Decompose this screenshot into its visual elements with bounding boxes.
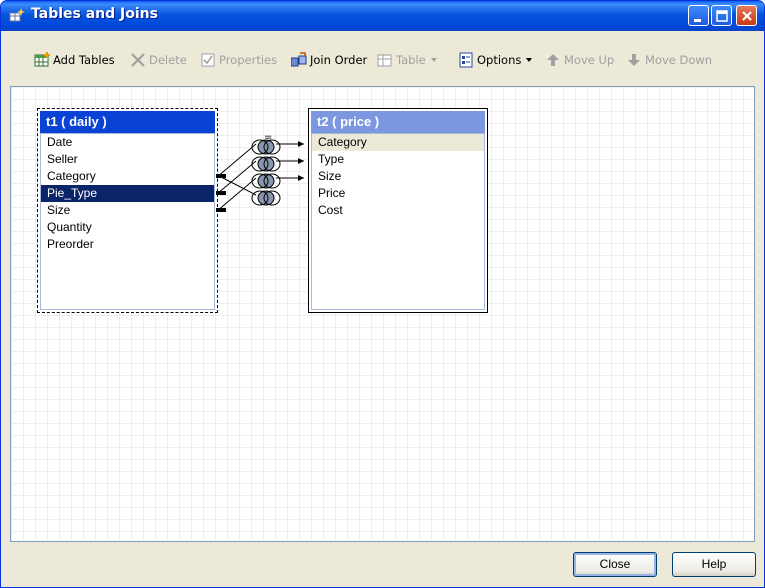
table-dropdown-button[interactable]: Table: [377, 48, 437, 72]
table-t2[interactable]: t2 ( price ) Category Type Size Price Cost: [308, 108, 488, 313]
add-table-icon: [34, 52, 50, 67]
move-down-button[interactable]: Move Down: [626, 48, 712, 72]
close-icon: [742, 11, 752, 21]
table-t1-column[interactable]: Quantity: [41, 219, 214, 236]
toolbar: Add Tables Delete Properties Join Order …: [1, 48, 764, 72]
delete-icon: [131, 53, 145, 67]
table-t2-column[interactable]: Size: [312, 168, 484, 185]
app-icon: [9, 8, 25, 22]
table-label: Table: [396, 53, 426, 67]
properties-label: Properties: [219, 53, 278, 67]
minimize-button[interactable]: [688, 5, 709, 26]
chevron-down-icon: [526, 58, 533, 62]
tables-and-joins-window: Tables and Joins Add Tables Delete Prope…: [0, 0, 765, 588]
table-t1-header[interactable]: t1 ( daily ): [40, 111, 215, 133]
properties-icon: [201, 53, 215, 67]
table-t1-column[interactable]: Category: [41, 168, 214, 185]
table-t2-column[interactable]: Cost: [312, 202, 484, 219]
maximize-button[interactable]: [711, 5, 732, 26]
table-t1-column[interactable]: Date: [41, 134, 214, 151]
minimize-icon: [694, 19, 701, 22]
close-button[interactable]: Close: [573, 552, 657, 577]
help-button[interactable]: Help: [672, 552, 756, 577]
table-t1-column[interactable]: Preorder: [41, 236, 214, 253]
table-t2-column[interactable]: Price: [312, 185, 484, 202]
move-up-button[interactable]: Move Up: [545, 48, 614, 72]
close-window-button[interactable]: [736, 5, 757, 26]
title-bar[interactable]: Tables and Joins: [1, 1, 764, 31]
table-t2-column[interactable]: Type: [312, 151, 484, 168]
maximize-icon: [716, 10, 728, 22]
table-t1[interactable]: t1 ( daily ) Date Seller Category Pie_Type S…: [37, 108, 218, 313]
table-t1-column[interactable]: Seller: [41, 151, 214, 168]
options-dropdown-button[interactable]: Options: [458, 48, 533, 72]
add-tables-label: Add Tables: [53, 53, 115, 67]
table-t1-column[interactable]: Size: [41, 202, 214, 219]
join-type-icon: [251, 139, 281, 206]
move-up-label: Move Up: [564, 53, 615, 67]
join-diagram-canvas[interactable]: t1 ( daily ) Date Seller Category Pie_Type S…: [10, 86, 755, 542]
arrow-down-icon: [628, 54, 640, 66]
delete-button[interactable]: Delete: [130, 48, 187, 72]
table-t2-columns: Category Type Size Price Cost: [311, 133, 485, 310]
options-icon: [459, 52, 473, 68]
arrow-up-icon: [547, 54, 559, 66]
table-icon: [377, 54, 392, 67]
window-title: Tables and Joins: [31, 6, 158, 22]
join-order-icon: [291, 52, 307, 67]
chevron-down-icon: [430, 58, 437, 62]
move-down-label: Move Down: [645, 53, 713, 67]
table-t2-header[interactable]: t2 ( price ): [311, 111, 485, 133]
join-connectors[interactable]: =: [216, 125, 316, 225]
delete-label: Delete: [149, 53, 187, 67]
add-tables-button[interactable]: Add Tables: [34, 48, 115, 72]
join-order-button[interactable]: Join Order: [291, 48, 367, 72]
table-t2-column[interactable]: Category: [312, 134, 484, 151]
properties-button[interactable]: Properties: [200, 48, 277, 72]
table-t1-column[interactable]: Pie_Type: [41, 185, 214, 202]
join-order-label: Join Order: [310, 53, 368, 67]
options-label: Options: [477, 53, 522, 67]
table-t1-columns: Date Seller Category Pie_Type Size Quantity Pr…: [40, 133, 215, 310]
